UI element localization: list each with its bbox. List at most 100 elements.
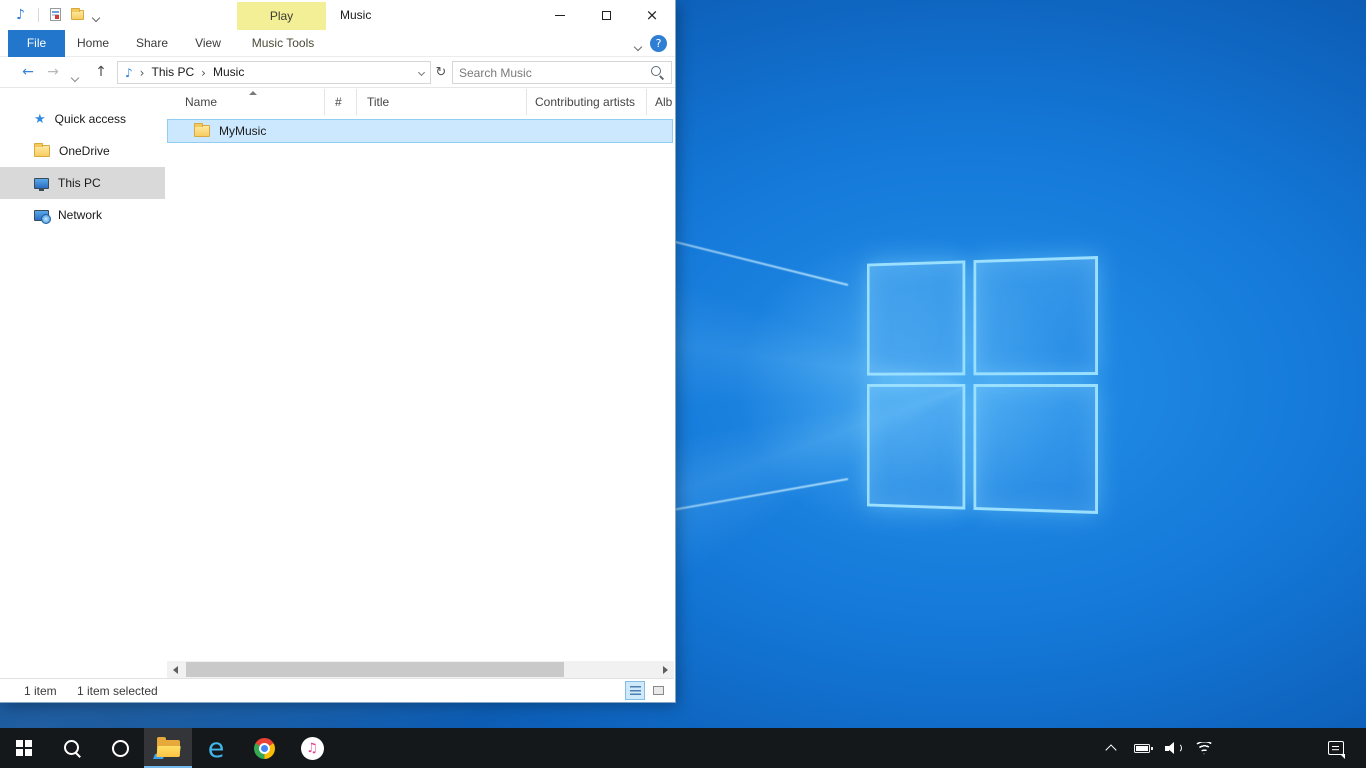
maximize-icon: [602, 11, 611, 20]
breadcrumb-chevron-icon[interactable]: ›: [200, 66, 207, 80]
search-icon[interactable]: [650, 65, 665, 80]
battery-button[interactable]: [1132, 728, 1152, 768]
navigation-pane: ★ Quick access OneDrive This PC Network: [0, 89, 165, 678]
hidden-icons-button[interactable]: [1101, 728, 1121, 768]
sidebar-item-label: Quick access: [55, 112, 126, 126]
breadcrumb-music[interactable]: Music: [207, 62, 250, 83]
large-icons-view-icon: [653, 686, 664, 695]
tab-music-tools[interactable]: Music Tools: [240, 30, 326, 57]
sidebar-item-network[interactable]: Network: [0, 199, 165, 231]
windows-logo-square: [25, 749, 32, 756]
onedrive-folder-icon: [34, 145, 50, 157]
column-header-number[interactable]: #: [325, 89, 357, 115]
tab-home[interactable]: Home: [70, 30, 116, 57]
search-box[interactable]: [452, 61, 672, 84]
address-row: ← → ↑ ♪ › This PC › Music ↻: [0, 57, 675, 88]
windows-logo-pane: [867, 384, 966, 510]
wifi-button[interactable]: [1194, 728, 1214, 768]
file-name: MyMusic: [219, 124, 266, 138]
windows-logo: [867, 256, 1098, 514]
back-button[interactable]: ←: [16, 57, 40, 88]
refresh-button[interactable]: ↻: [432, 57, 450, 88]
titlebar[interactable]: ♪ Play Music ×: [0, 0, 675, 30]
triangle-left-icon: [173, 666, 178, 674]
column-header-album[interactable]: Alb: [647, 89, 675, 115]
tab-file[interactable]: File: [8, 30, 65, 57]
window-controls: ×: [537, 0, 675, 30]
triangle-right-icon: [663, 666, 668, 674]
help-button[interactable]: ?: [650, 35, 667, 52]
close-button[interactable]: ×: [629, 0, 675, 30]
breadcrumb-this-pc[interactable]: This PC: [145, 62, 200, 83]
windows-logo-pane: [974, 256, 1098, 375]
sidebar-item-this-pc[interactable]: This PC: [0, 167, 165, 199]
sidebar-item-onedrive[interactable]: OneDrive: [0, 135, 165, 167]
column-header-title[interactable]: Title: [357, 89, 527, 115]
scroll-right-button[interactable]: [657, 661, 674, 678]
taskbar-internet-explorer-button[interactable]: e: [192, 728, 240, 768]
details-view-button[interactable]: [625, 681, 645, 700]
file-row-mymusic[interactable]: MyMusic: [167, 119, 673, 143]
windows-logo-pane: [867, 260, 966, 375]
forward-button[interactable]: →: [42, 57, 64, 88]
chevron-up-icon: [1105, 744, 1116, 755]
contextual-tab-play[interactable]: Play: [237, 2, 326, 30]
file-list: Name # Title Contributing artists Alb My…: [167, 89, 674, 678]
cortana-button[interactable]: [96, 728, 144, 768]
folder-icon: [194, 125, 210, 137]
desktop: ♪ Play Music × File Home Share View Musi…: [0, 0, 1366, 768]
minimize-button[interactable]: [537, 0, 583, 30]
sidebar-item-label: Network: [58, 208, 102, 222]
chevron-down-icon: [417, 69, 424, 76]
qat-new-folder-icon[interactable]: [71, 10, 84, 20]
chevron-down-icon: [92, 14, 100, 22]
breadcrumb-chevron-icon[interactable]: ›: [139, 66, 146, 80]
search-input[interactable]: [453, 66, 650, 80]
recent-locations-chevron[interactable]: [72, 70, 78, 84]
address-bar[interactable]: ♪ › This PC › Music: [117, 61, 431, 84]
up-button[interactable]: ↑: [90, 57, 112, 88]
network-icon: [34, 210, 49, 221]
titlebar-separator: [38, 8, 39, 22]
start-button[interactable]: [0, 728, 48, 768]
column-header-name[interactable]: Name: [167, 89, 325, 115]
taskbar-file-explorer-button[interactable]: [144, 728, 192, 768]
chevron-down-icon: [71, 74, 79, 82]
ribbon-expand-chevron-icon[interactable]: [635, 39, 641, 53]
address-dropdown-button[interactable]: [412, 70, 430, 75]
cortana-icon: [112, 740, 129, 757]
sidebar-item-quick-access[interactable]: ★ Quick access: [0, 103, 165, 135]
internet-explorer-icon: e: [208, 735, 225, 762]
volume-button[interactable]: [1163, 728, 1183, 768]
item-count: 1 item: [24, 679, 57, 703]
taskbar-search-button[interactable]: [48, 728, 96, 768]
maximize-button[interactable]: [583, 0, 629, 30]
taskbar-itunes-button[interactable]: ♫: [288, 728, 336, 768]
scroll-left-button[interactable]: [167, 661, 184, 678]
view-toggle-buttons: [625, 681, 668, 700]
tab-view[interactable]: View: [184, 30, 232, 57]
large-icons-view-button[interactable]: [648, 681, 668, 700]
ribbon-tab-row: File Home Share View Music Tools ?: [0, 30, 675, 57]
column-header-contributing-artists[interactable]: Contributing artists: [527, 89, 647, 115]
star-icon: ★: [34, 113, 46, 126]
horizontal-scrollbar[interactable]: [167, 661, 674, 678]
qat-properties-icon[interactable]: [50, 8, 61, 21]
minimize-icon: [555, 15, 565, 16]
selection-count: 1 item selected: [77, 679, 158, 703]
battery-icon: [1134, 744, 1150, 753]
qat-customize-chevron-icon[interactable]: [93, 10, 99, 24]
tab-share[interactable]: Share: [126, 30, 178, 57]
windows-logo-pane: [974, 384, 1098, 514]
taskbar-chrome-button[interactable]: [240, 728, 288, 768]
system-tray: [1101, 728, 1214, 768]
action-center-button[interactable]: [1316, 728, 1356, 768]
folder-front: [156, 746, 181, 757]
itunes-icon: ♫: [301, 737, 324, 760]
column-headers: Name # Title Contributing artists Alb: [167, 89, 674, 115]
chevron-down-icon: [634, 43, 642, 51]
file-explorer-icon: [157, 740, 180, 757]
taskbar: e ♫: [0, 728, 1366, 768]
window-body: ★ Quick access OneDrive This PC Network: [0, 89, 674, 678]
scrollbar-thumb[interactable]: [186, 662, 564, 677]
